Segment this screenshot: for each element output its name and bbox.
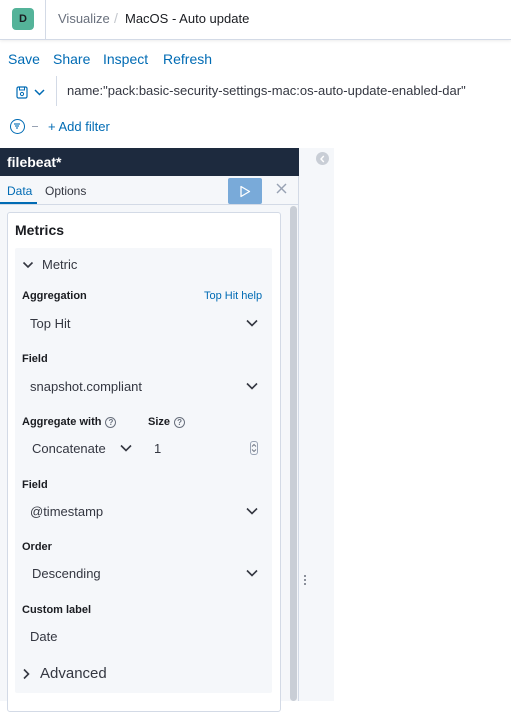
- aggregate-with-label: Aggregate with?: [22, 416, 117, 428]
- order-select[interactable]: Descending: [22, 557, 268, 589]
- close-icon: [276, 183, 286, 194]
- query-input[interactable]: name:"pack:basic-security-settings-mac:o…: [67, 83, 466, 98]
- apply-changes-button[interactable]: [228, 178, 262, 204]
- refresh-button[interactable]: Refresh: [163, 51, 212, 67]
- sort-field-select[interactable]: @timestamp: [22, 495, 268, 527]
- chevron-down-icon: [246, 319, 258, 327]
- filter-menu-icon[interactable]: [10, 119, 25, 134]
- size-label-text: Size: [148, 416, 171, 428]
- collapse-sidebar-button[interactable]: [316, 152, 329, 165]
- chevron-down-icon: [34, 89, 45, 96]
- tab-options[interactable]: Options: [45, 184, 86, 198]
- top-hit-help-link[interactable]: Top Hit help: [204, 290, 262, 302]
- sort-field-value: @timestamp: [30, 503, 104, 519]
- breadcrumb-current: MacOS - Auto update: [125, 11, 250, 26]
- field-value: snapshot.compliant: [30, 378, 143, 394]
- size-label: Size?: [148, 416, 186, 428]
- chevron-down-icon: [246, 507, 258, 515]
- order-value: Descending: [32, 565, 101, 581]
- save-button[interactable]: Save: [8, 51, 40, 67]
- custom-label-value: Date: [30, 628, 58, 644]
- aggregation-label: Aggregation: [22, 290, 87, 302]
- header-divider: [45, 0, 46, 40]
- discard-changes-button[interactable]: [273, 181, 289, 199]
- metrics-title: Metrics: [15, 222, 65, 238]
- chevron-left-icon: [320, 155, 325, 162]
- resize-gutter: [299, 148, 334, 701]
- app-header: D Visualize / MacOS - Auto update: [0, 0, 511, 40]
- drag-handle-icon: [304, 575, 306, 585]
- chevron-down-icon: [22, 261, 34, 268]
- order-label: Order: [22, 541, 52, 553]
- help-icon[interactable]: ?: [105, 416, 117, 428]
- custom-label-input[interactable]: Date: [22, 620, 268, 652]
- query-divider: [56, 76, 57, 106]
- aggregation-select[interactable]: Top Hit: [22, 307, 268, 339]
- visualization-canvas: [334, 148, 511, 701]
- stepper-arrows-icon: [251, 443, 257, 453]
- save-icon: [16, 85, 28, 99]
- chevron-down-icon: [246, 569, 258, 577]
- field-label: Field: [22, 353, 48, 365]
- play-icon: [240, 185, 251, 197]
- tabs-divider: [0, 204, 299, 205]
- inspect-button[interactable]: Inspect: [103, 51, 148, 67]
- metric-accordion-toggle[interactable]: Metric: [22, 257, 77, 272]
- aggregation-value: Top Hit: [30, 315, 71, 331]
- resize-handle[interactable]: [303, 574, 307, 589]
- advanced-toggle[interactable]: Advanced: [22, 665, 107, 682]
- add-filter-button[interactable]: + Add filter: [48, 119, 110, 134]
- custom-label-label: Custom label: [22, 604, 92, 616]
- space-avatar[interactable]: D: [12, 8, 34, 30]
- aggregate-with-select[interactable]: Concatenate: [22, 432, 142, 464]
- chevron-down-icon: [120, 444, 132, 452]
- size-input[interactable]: 1: [148, 432, 264, 464]
- saved-query-menu-button[interactable]: [8, 80, 54, 104]
- chevron-right-icon: [23, 668, 30, 679]
- breadcrumb-separator: /: [114, 10, 118, 26]
- aggregate-with-text: Aggregate with: [22, 416, 102, 428]
- filter-divider: [32, 126, 38, 127]
- share-button[interactable]: Share: [53, 51, 90, 67]
- metric-accordion-label: Metric: [42, 257, 78, 272]
- advanced-label: Advanced: [40, 665, 107, 682]
- size-value: 1: [154, 440, 162, 456]
- aggregate-with-value: Concatenate: [32, 440, 106, 456]
- chevron-down-icon: [246, 382, 258, 390]
- index-pattern-title: filebeat*: [7, 154, 62, 170]
- size-stepper[interactable]: [250, 441, 258, 455]
- breadcrumb-visualize[interactable]: Visualize: [58, 11, 110, 26]
- help-icon[interactable]: ?: [174, 416, 186, 428]
- sidebar-scrollbar[interactable]: [290, 206, 297, 701]
- tab-data[interactable]: Data: [0, 178, 37, 204]
- field-select[interactable]: snapshot.compliant: [22, 370, 268, 402]
- sort-field-label: Field: [22, 479, 48, 491]
